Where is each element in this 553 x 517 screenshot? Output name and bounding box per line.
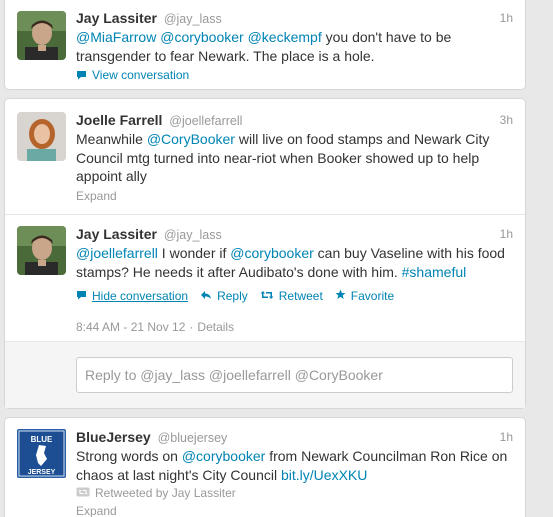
reply-arrow-icon — [200, 289, 212, 303]
view-conversation-link[interactable]: View conversation — [76, 66, 513, 84]
tweet-text: @MiaFarrow @corybooker @keckempf you don… — [76, 28, 513, 65]
star-icon — [335, 289, 346, 303]
tweet[interactable]: BLUE JERSEY BlueJersey @bluejersey 1h St… — [5, 418, 525, 517]
retweet-label: Retweet — [278, 289, 323, 303]
retweeted-by-label[interactable]: Retweeted by Jay Lassiter — [95, 486, 236, 500]
tweet-time[interactable]: 1h — [500, 9, 513, 27]
tweet-time[interactable]: 1h — [500, 428, 513, 446]
retweet-button[interactable]: Retweet — [260, 289, 323, 303]
retweet-icon — [260, 289, 274, 303]
fullname[interactable]: Jay Lassiter — [76, 226, 157, 242]
tweet-card: Jay Lassiter @jay_lass 1h @MiaFarrow @co… — [4, 0, 526, 90]
hide-conversation-label: Hide conversation — [92, 289, 189, 303]
username[interactable]: @joellefarrell — [169, 114, 242, 128]
tweet-text-segment: Strong words on — [76, 448, 182, 464]
url-link[interactable]: bit.ly/UexXKU — [281, 467, 367, 483]
expand-link[interactable]: Expand — [76, 189, 117, 203]
mention-link[interactable]: @keckempf — [248, 29, 322, 45]
reply-input[interactable]: Reply to @jay_lass @joellefarrell @CoryB… — [76, 357, 513, 393]
tweet-time[interactable]: 3h — [500, 111, 513, 129]
mention-link[interactable]: @corybooker — [182, 448, 265, 464]
timestamp-separator: · — [189, 320, 194, 334]
reply-button[interactable]: Reply — [200, 289, 248, 303]
tweet-time[interactable]: 1h — [500, 225, 513, 243]
avatar[interactable] — [17, 11, 66, 60]
avatar[interactable]: BLUE JERSEY — [17, 429, 66, 478]
mention-link[interactable]: @corybooker — [230, 245, 313, 261]
mention-link[interactable]: @MiaFarrow — [76, 29, 156, 45]
fullname[interactable]: Jay Lassiter — [76, 10, 157, 26]
username[interactable]: @jay_lass — [164, 228, 222, 242]
speech-bubble-icon — [76, 67, 87, 83]
tweet-card: BLUE JERSEY BlueJersey @bluejersey 1h St… — [4, 417, 526, 517]
mention-link[interactable]: @CoryBooker — [147, 131, 235, 147]
tweet-text: @joellefarrell I wonder if @corybooker c… — [76, 244, 513, 281]
tweet-text: Meanwhile @CoryBooker will live on food … — [76, 130, 513, 186]
tweet-text-segment: Meanwhile — [76, 131, 147, 147]
reply-label: Reply — [217, 289, 248, 303]
username[interactable]: @bluejersey — [158, 431, 228, 445]
logo-text-top: BLUE — [31, 435, 53, 444]
tweet-header: Joelle Farrell @joellefarrell — [76, 111, 513, 129]
tweet[interactable]: Joelle Farrell @joellefarrell 3h Meanwhi… — [5, 99, 525, 214]
mention-link[interactable]: @joellefarrell — [76, 245, 158, 261]
tweet-header: Jay Lassiter @jay_lass — [76, 9, 513, 27]
mention-link[interactable]: @corybooker — [160, 29, 243, 45]
tweet-header: Jay Lassiter @jay_lass — [76, 225, 513, 243]
hashtag-link[interactable]: #shameful — [402, 264, 467, 280]
view-conversation-label: View conversation — [92, 68, 190, 82]
details-link[interactable]: Details — [197, 320, 234, 334]
speech-bubble-icon — [76, 289, 87, 303]
expand-link[interactable]: Expand — [76, 504, 117, 517]
retweet-icon — [76, 486, 90, 500]
fullname[interactable]: Joelle Farrell — [76, 112, 162, 128]
logo-text-bottom: JERSEY — [28, 469, 56, 476]
favorite-label: Favorite — [350, 289, 395, 303]
conversation-card: Joelle Farrell @joellefarrell 3h Meanwhi… — [4, 98, 526, 409]
tweet-text: Strong words on @corybooker from Newark … — [76, 447, 513, 484]
avatar[interactable] — [17, 112, 66, 161]
tweet-timestamp[interactable]: 8:44 AM - 21 Nov 12 — [76, 320, 185, 334]
username[interactable]: @jay_lass — [164, 12, 222, 26]
tweet-actions: Hide conversation Reply Retweet Favorite — [76, 287, 513, 305]
reply-area: Reply to @jay_lass @joellefarrell @CoryB… — [5, 341, 525, 408]
tweet-text-segment: I wonder if — [157, 245, 231, 261]
favorite-button[interactable]: Favorite — [335, 289, 394, 303]
tweet[interactable]: Jay Lassiter @jay_lass 1h @joellefarrell… — [5, 215, 525, 341]
hide-conversation-link[interactable]: Hide conversation — [76, 289, 188, 303]
tweet[interactable]: Jay Lassiter @jay_lass 1h @MiaFarrow @co… — [5, 0, 525, 84]
retweeted-by: Retweeted by Jay Lassiter — [76, 484, 513, 502]
avatar[interactable] — [17, 226, 66, 275]
tweet-header: BlueJersey @bluejersey — [76, 428, 513, 446]
fullname[interactable]: BlueJersey — [76, 429, 151, 445]
